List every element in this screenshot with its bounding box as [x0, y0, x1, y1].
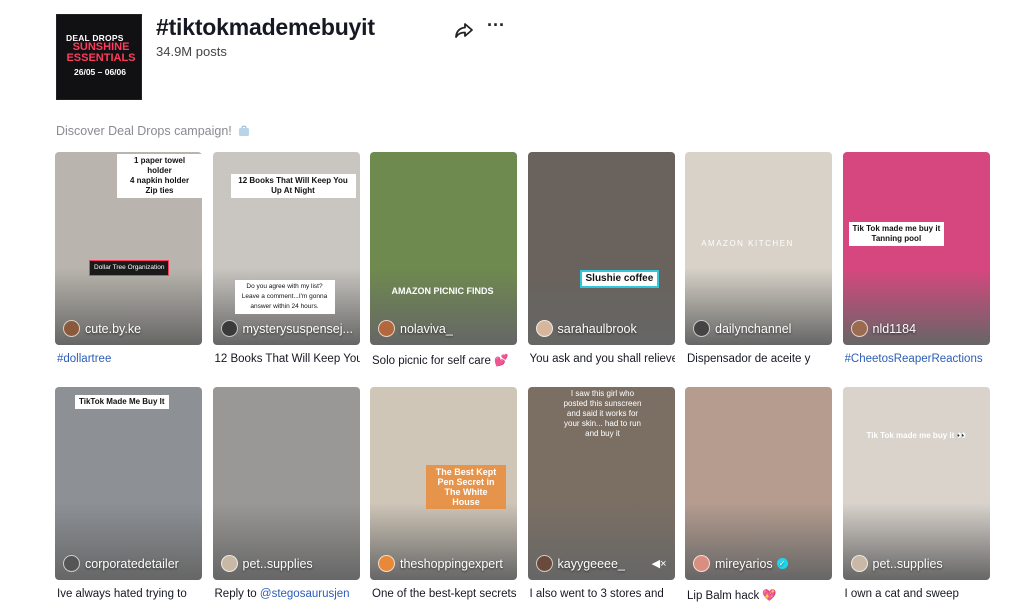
- video-author[interactable]: corporatedetailer: [63, 555, 179, 572]
- video-author[interactable]: cute.by.ke: [63, 320, 141, 337]
- video-card[interactable]: AMAZON PICNIC FINDS nolaviva_ Solo picnic …: [370, 152, 517, 377]
- muted-icon[interactable]: ◀×: [652, 557, 667, 570]
- more-icon[interactable]: ···: [484, 16, 508, 40]
- avatar: [378, 320, 395, 337]
- video-card[interactable]: 1 paper towel holder 4 napkin holder Zip…: [55, 152, 202, 377]
- cover-headline: SUNSHINE ESSENTIALS: [66, 41, 136, 64]
- caption-mention-link[interactable]: @stegosaurusjen: [260, 588, 350, 600]
- cover-dates: 26/05 – 06/06: [74, 67, 126, 77]
- video-thumbnail[interactable]: 1 paper towel holder 4 napkin holder Zip…: [55, 152, 202, 345]
- video-thumbnail[interactable]: Slushie coffee sarahaulbrook: [527, 152, 675, 345]
- video-text-overlay-secondary: Do you agree with my list? Leave a comme…: [234, 280, 335, 314]
- video-text-overlay: TikTok Made Me Buy It: [75, 395, 169, 409]
- video-card[interactable]: Tik Tok made me buy it 👀 pet..supplies I o…: [842, 387, 990, 612]
- username: nolaviva_: [400, 321, 453, 336]
- campaign-cover-image[interactable]: DEAL DROPS SUNSHINE ESSENTIALS 26/05 – 0…: [56, 14, 142, 100]
- avatar: [850, 320, 868, 337]
- video-author[interactable]: mireyarios ✓: [693, 555, 788, 572]
- video-text-overlay: 1 paper towel holder 4 napkin holder Zip…: [117, 154, 202, 198]
- avatar: [220, 320, 238, 337]
- avatar: [63, 555, 80, 572]
- video-card[interactable]: 12 Books That Will Keep You Up At Night D…: [212, 152, 360, 377]
- verified-badge-icon: ✓: [776, 558, 788, 569]
- video-thumbnail[interactable]: The Best Kept Pen Secret in The White Ho…: [370, 387, 517, 580]
- campaign-banner[interactable]: Discover Deal Drops campaign!: [56, 124, 250, 138]
- avatar: [535, 320, 553, 337]
- video-author[interactable]: nld1184: [850, 320, 917, 337]
- video-card[interactable]: The Best Kept Pen Secret in The White Ho…: [370, 387, 517, 612]
- video-author[interactable]: nolaviva_: [378, 320, 453, 337]
- video-caption[interactable]: You ask and you shall relieve.: [530, 353, 675, 365]
- username: theshoppingexpert: [400, 556, 503, 571]
- avatar: [63, 320, 80, 337]
- video-thumbnail[interactable]: Tik Tok made me buy it Tanning pool nld11…: [842, 152, 990, 345]
- video-author[interactable]: theshoppingexpert: [378, 555, 503, 572]
- username: dailynchannel: [715, 321, 792, 336]
- video-text-overlay: Tik Tok made me buy it Tanning pool: [848, 222, 945, 246]
- video-thumbnail[interactable]: mireyarios ✓: [685, 387, 832, 580]
- video-card[interactable]: AMAZON KITCHEN dailynchannel Dispensador d…: [685, 152, 832, 377]
- username: kayygeeee_: [557, 556, 625, 571]
- video-author[interactable]: mysterysuspensej...: [220, 320, 353, 337]
- share-icon[interactable]: [454, 20, 474, 40]
- username: mireyarios: [715, 556, 773, 571]
- hashtag-header: DEAL DROPS SUNSHINE ESSENTIALS 26/05 – 0…: [56, 14, 996, 102]
- campaign-banner-text: Discover Deal Drops campaign!: [56, 124, 232, 138]
- video-text-overlay: Tik Tok made me buy it 👀: [866, 431, 967, 440]
- video-text-overlay: 12 Books That Will Keep You Up At Night: [230, 174, 356, 198]
- page-title: #tiktokmademebuyit: [156, 14, 375, 40]
- video-caption[interactable]: I also went to 3 stores and: [530, 588, 675, 600]
- bag-icon: [239, 125, 250, 136]
- video-author[interactable]: kayygeeee_: [535, 555, 625, 572]
- video-caption[interactable]: Solo picnic for self care 💕: [372, 353, 517, 367]
- video-caption[interactable]: Dispensador de aceite y: [687, 353, 832, 365]
- video-caption[interactable]: I own a cat and sweep: [845, 588, 990, 600]
- caption-prefix: Reply to: [214, 588, 260, 600]
- username: sarahaulbrook: [557, 321, 637, 336]
- username: mysterysuspensej...: [242, 321, 353, 336]
- avatar: [693, 320, 710, 337]
- video-author[interactable]: dailynchannel: [693, 320, 791, 337]
- video-card[interactable]: mireyarios ✓ Lip Balm hack 💖: [685, 387, 832, 612]
- video-author[interactable]: pet..supplies: [850, 555, 943, 572]
- avatar: [220, 555, 238, 572]
- avatar: [535, 555, 553, 572]
- video-caption[interactable]: #CheetosReaperReactions: [845, 353, 990, 365]
- avatar: [378, 555, 395, 572]
- video-thumbnail[interactable]: 12 Books That Will Keep You Up At Night D…: [212, 152, 360, 345]
- video-text-overlay: Slushie coffee: [579, 270, 660, 288]
- video-card[interactable]: pet..supplies Reply to @stegosaurusjen: [212, 387, 360, 612]
- video-card[interactable]: Slushie coffee sarahaulbrook You ask and y…: [527, 152, 675, 377]
- video-text-overlay: AMAZON PICNIC FINDS: [391, 286, 494, 296]
- video-card[interactable]: Tik Tok made me buy it Tanning pool nld11…: [842, 152, 990, 377]
- username: pet..supplies: [872, 556, 943, 571]
- video-thumbnail[interactable]: Tik Tok made me buy it 👀 pet..supplies: [842, 387, 990, 580]
- video-caption[interactable]: One of the best-kept secrets: [372, 588, 517, 600]
- video-caption[interactable]: Lip Balm hack 💖: [687, 588, 832, 602]
- video-text-overlay: AMAZON KITCHEN: [701, 239, 794, 248]
- video-caption[interactable]: Reply to @stegosaurusjen: [215, 588, 360, 600]
- video-thumbnail[interactable]: I saw this girl who posted this sunscree…: [527, 387, 675, 580]
- video-caption[interactable]: #dollartree: [57, 353, 202, 365]
- video-author[interactable]: sarahaulbrook: [535, 320, 637, 337]
- avatar: [693, 555, 710, 572]
- video-author[interactable]: pet..supplies: [220, 555, 313, 572]
- video-thumbnail[interactable]: TikTok Made Me Buy It corporatedetailer: [55, 387, 202, 580]
- username: corporatedetailer: [85, 556, 179, 571]
- avatar: [850, 555, 868, 572]
- username: cute.by.ke: [85, 321, 142, 336]
- video-text-overlay: I saw this girl who posted this sunscree…: [563, 389, 642, 438]
- video-card[interactable]: TikTok Made Me Buy It corporatedetailer Iv…: [55, 387, 202, 612]
- video-thumbnail[interactable]: AMAZON PICNIC FINDS nolaviva_: [370, 152, 517, 345]
- video-caption[interactable]: Ive always hated trying to: [57, 588, 202, 600]
- video-text-overlay-secondary: Dollar Tree Organization: [89, 260, 170, 276]
- video-card[interactable]: I saw this girl who posted this sunscree…: [527, 387, 675, 612]
- video-thumbnail[interactable]: pet..supplies: [212, 387, 360, 580]
- post-count: 34.9M posts: [156, 44, 227, 59]
- video-thumbnail[interactable]: AMAZON KITCHEN dailynchannel: [685, 152, 832, 345]
- video-text-overlay: The Best Kept Pen Secret in The White Ho…: [426, 465, 506, 509]
- username: pet..supplies: [242, 556, 313, 571]
- username: nld1184: [872, 321, 917, 336]
- video-caption[interactable]: 12 Books That Will Keep You: [215, 353, 360, 365]
